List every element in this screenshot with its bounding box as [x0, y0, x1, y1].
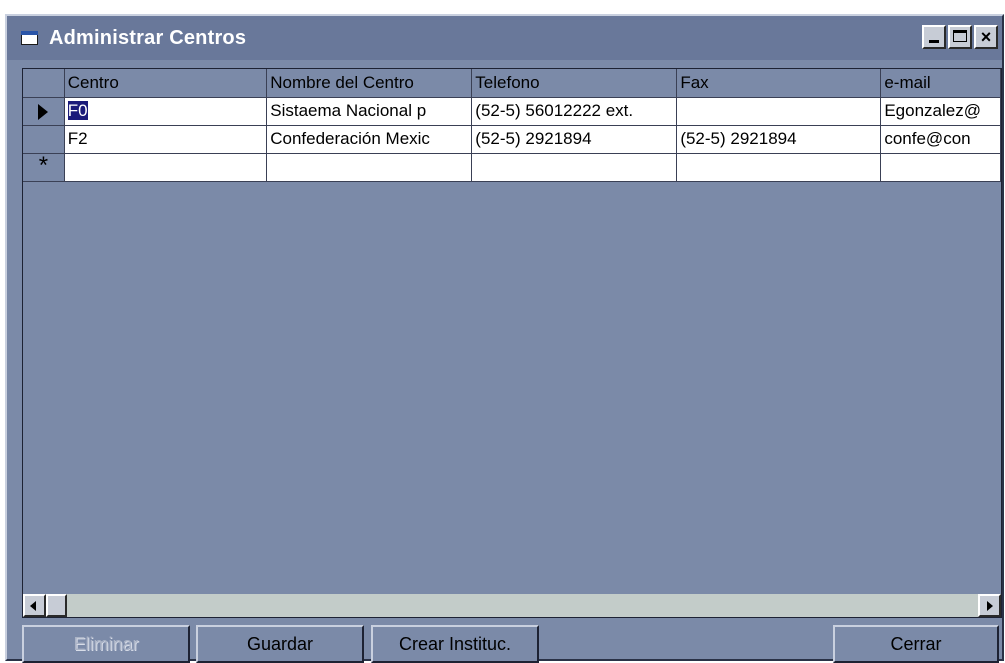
cell-nombre[interactable] [266, 153, 473, 182]
close-button[interactable]: × [974, 25, 998, 49]
maximize-icon [953, 30, 967, 42]
row-selector[interactable] [23, 125, 65, 154]
cell-telefono[interactable]: (52-5) 56012222 ext. [471, 97, 678, 126]
window-controls: × [922, 25, 998, 49]
administrar-centros-window: Administrar Centros × Centro Nombre del … [5, 14, 1004, 663]
cell-centro[interactable]: F2 [64, 125, 268, 154]
column-header-fax[interactable]: Fax [676, 69, 882, 98]
cell-fax[interactable] [676, 153, 882, 182]
row-selector[interactable] [23, 97, 65, 126]
crear-instituc-button[interactable]: Crear Instituc. [371, 625, 539, 663]
centros-grid[interactable]: Centro Nombre del Centro Telefono Fax e-… [22, 68, 1002, 618]
column-header-nombre[interactable]: Nombre del Centro [266, 69, 473, 98]
scroll-right-button[interactable] [978, 594, 1001, 617]
cell-nombre[interactable]: Sistaema Nacional p [266, 97, 473, 126]
table-row: F0 Sistaema Nacional p (52-5) 56012222 e… [23, 97, 1001, 126]
cell-centro-value: F0 [67, 101, 88, 120]
column-header-telefono[interactable]: Telefono [471, 69, 678, 98]
cell-centro[interactable] [64, 153, 268, 182]
close-icon: × [980, 27, 992, 47]
cell-fax[interactable] [676, 97, 882, 126]
cell-email[interactable]: Egonzalez@ [880, 97, 1001, 126]
minimize-button[interactable] [922, 25, 946, 49]
cell-nombre[interactable]: Confederación Mexic [266, 125, 473, 154]
guardar-button[interactable]: Guardar [196, 625, 364, 663]
current-row-arrow-icon [38, 103, 49, 120]
cell-telefono[interactable] [471, 153, 678, 182]
title-bar[interactable]: Administrar Centros × [7, 16, 1002, 60]
maximize-button[interactable] [948, 25, 972, 49]
eliminar-button[interactable]: Eliminar [22, 625, 190, 663]
horizontal-scrollbar[interactable] [23, 594, 1001, 617]
cell-centro[interactable]: F0 [64, 97, 268, 126]
table-row: F2 Confederación Mexic (52-5) 2921894 (5… [23, 125, 1001, 154]
row-selector[interactable]: * [23, 153, 65, 182]
centros-table: Centro Nombre del Centro Telefono Fax e-… [23, 69, 1001, 182]
new-row: * [23, 153, 1001, 182]
column-header-email[interactable]: e-mail [880, 69, 1001, 98]
scroll-left-button[interactable] [23, 594, 46, 617]
cell-fax[interactable]: (52-5) 2921894 [676, 125, 882, 154]
cell-email[interactable]: confe@con [880, 125, 1001, 154]
cerrar-button[interactable]: Cerrar [833, 625, 999, 663]
window-title: Administrar Centros [49, 26, 247, 49]
column-header-centro[interactable]: Centro [64, 69, 268, 98]
cell-email[interactable] [880, 153, 1001, 182]
cell-telefono[interactable]: (52-5) 2921894 [471, 125, 678, 154]
header-selector[interactable] [23, 69, 65, 98]
header-row: Centro Nombre del Centro Telefono Fax e-… [23, 69, 1001, 98]
scroll-thumb[interactable] [46, 594, 67, 617]
minimize-icon [929, 40, 939, 43]
new-row-asterisk-icon: * [38, 153, 49, 179]
form-icon [19, 29, 39, 47]
